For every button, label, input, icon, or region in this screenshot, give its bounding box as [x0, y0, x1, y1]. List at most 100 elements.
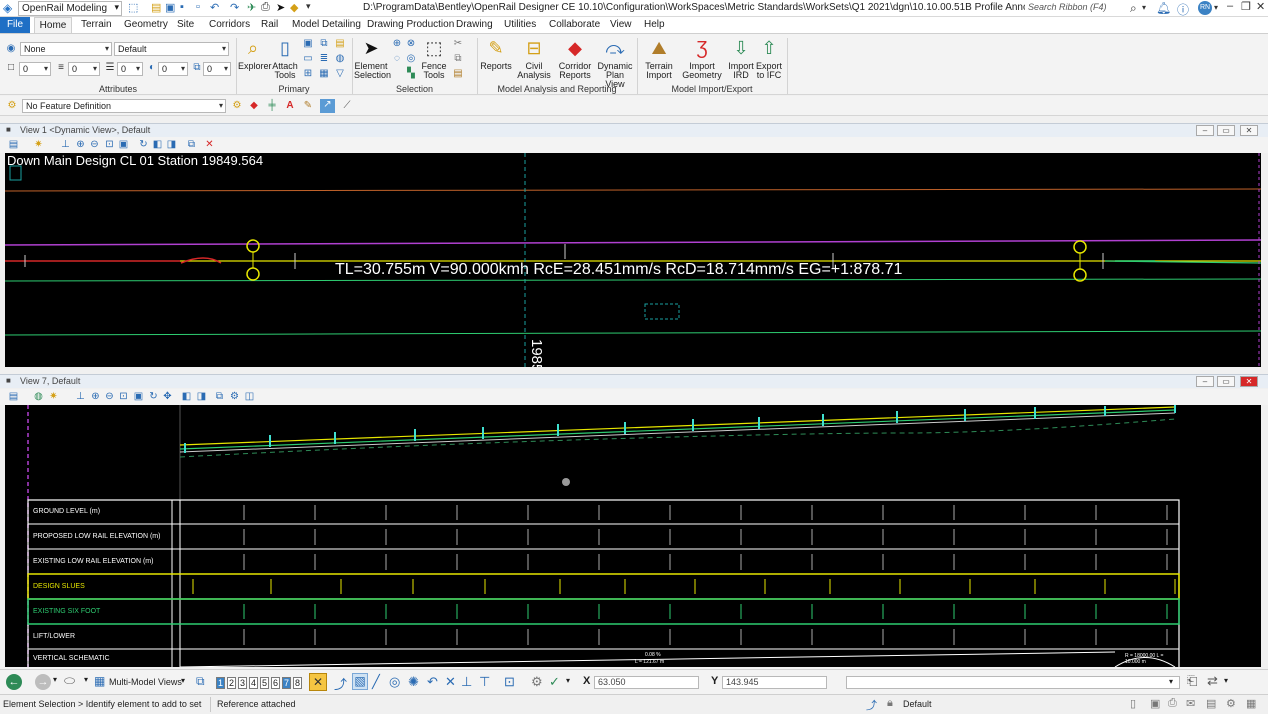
tab-terrain[interactable]: Terrain: [77, 17, 116, 33]
view-menu-icon[interactable]: ■: [6, 376, 11, 385]
cut-icon[interactable]: ✂: [452, 38, 464, 50]
view-number-4[interactable]: 4: [249, 677, 258, 689]
view-number-2[interactable]: 2: [227, 677, 236, 689]
terrain-import-button[interactable]: ⛰ Terrain Import: [640, 36, 678, 80]
corridor-reports-button[interactable]: ◆ Corridor Reports: [556, 36, 594, 80]
next-view-icon[interactable]: ◨: [166, 139, 177, 150]
active-draw-icon[interactable]: ↗: [320, 99, 335, 113]
view-group-dropdown-icon[interactable]: ▾: [84, 675, 88, 684]
active-weight-combo[interactable]: 0: [117, 62, 143, 76]
fence-tools-button[interactable]: ⬚ Fence Tools: [420, 36, 448, 80]
target-icon[interactable]: ⊡: [504, 674, 515, 690]
minimize-window-icon[interactable]: –: [1227, 0, 1233, 12]
references-icon[interactable]: ⧉: [318, 38, 330, 50]
close-dynamic-view-icon[interactable]: ✕: [204, 139, 215, 150]
paste-icon[interactable]: ▤: [452, 68, 464, 80]
layers-icon[interactable]: ◆: [290, 1, 298, 16]
y-coordinate-field[interactable]: 143.945: [722, 676, 827, 689]
level-manager-icon[interactable]: ≣: [318, 53, 330, 65]
clear-selection-icon[interactable]: ◎: [405, 53, 417, 65]
view-group-icon[interactable]: ⬭: [64, 673, 75, 689]
select-all-icon[interactable]: ⊕: [391, 38, 403, 50]
civil-analysis-button[interactable]: ⊟ Civil Analysis: [515, 36, 553, 80]
view-settings-icon[interactable]: ⚙: [229, 391, 240, 402]
view1-canvas[interactable]: Down Main Design CL 01 Station 19849.564…: [5, 153, 1261, 367]
window-area-icon[interactable]: ⊡: [104, 139, 115, 150]
workflow-selector[interactable]: OpenRail Modeling: [18, 1, 122, 16]
print-icon[interactable]: ⎙: [261, 1, 270, 16]
clip-volume-icon[interactable]: ◫: [244, 391, 255, 402]
text-style-combo[interactable]: Default: [114, 42, 229, 56]
next-view-icon[interactable]: ◨: [196, 391, 207, 402]
message-center-icon[interactable]: ✉: [1186, 697, 1195, 710]
accudraw-toggle-icon[interactable]: ✕: [309, 673, 327, 691]
print-status-icon[interactable]: ⎙: [1168, 697, 1177, 710]
copy-icon[interactable]: ⧉: [452, 53, 464, 65]
models-icon[interactable]: ▣: [302, 38, 314, 50]
properties-icon[interactable]: ⊞: [302, 68, 314, 80]
open-folder-icon[interactable]: ▤: [151, 1, 161, 16]
keyin-field[interactable]: [846, 676, 1180, 689]
data-browser-icon[interactable]: ▦: [318, 68, 330, 80]
pan-view-icon[interactable]: ✥: [162, 391, 173, 402]
place-line-string-icon[interactable]: ⤴: [334, 674, 347, 693]
tab-geometry[interactable]: Geometry: [120, 17, 172, 33]
invert-selection-icon[interactable]: ◌: [391, 53, 403, 65]
feature-toggle-icon[interactable]: ⚙: [6, 100, 18, 112]
gear-icon[interactable]: ⚙: [531, 674, 543, 690]
copy-view-icon[interactable]: ⧉: [186, 139, 197, 150]
perpendicular-icon[interactable]: ⊥: [461, 674, 472, 690]
previous-view-icon[interactable]: ◧: [181, 391, 192, 402]
element-selection-button[interactable]: ➤ Element Selection: [354, 36, 391, 80]
panels-icon[interactable]: ▦: [1246, 697, 1256, 710]
search-dropdown-icon[interactable]: ▾: [1142, 3, 1146, 12]
import-geometry-button[interactable]: Ʒ Import Geometry: [680, 36, 724, 80]
feature-settings-icon[interactable]: ⚙: [231, 100, 243, 112]
tab-utilities[interactable]: Utilities: [500, 17, 540, 33]
display-style-icon[interactable]: ◍: [33, 391, 44, 402]
user-avatar[interactable]: RN: [1198, 1, 1212, 15]
tab-file[interactable]: File: [0, 17, 30, 33]
update-view-icon[interactable]: ⊥: [75, 391, 86, 402]
dynamic-plan-view-button[interactable]: ⤼ Dynamic Plan View: [596, 36, 634, 89]
fit-view-icon[interactable]: ▣: [133, 391, 144, 402]
attach-tools-button[interactable]: ▯ Attach Tools: [270, 36, 300, 80]
view7-close-icon[interactable]: ✕: [1240, 376, 1258, 387]
search-icon[interactable]: ⌕: [1130, 1, 1137, 16]
view1-maximize-icon[interactable]: ▭: [1217, 125, 1235, 136]
reports-button[interactable]: ✎ Reports: [480, 36, 512, 71]
pointer-icon[interactable]: ➤: [276, 1, 285, 16]
save-icon[interactable]: ▣: [165, 1, 175, 16]
view-number-1[interactable]: 1: [216, 677, 225, 689]
view-attributes-icon[interactable]: ▤: [8, 391, 19, 402]
track-icon[interactable]: ╪: [266, 100, 278, 112]
reset-icon[interactable]: →: [35, 674, 51, 690]
text-icon[interactable]: A: [284, 100, 296, 112]
intersection-icon[interactable]: ✕: [445, 674, 456, 690]
zoom-in-icon[interactable]: ⊕: [90, 391, 101, 402]
popset-icon[interactable]: ⇄: [1207, 673, 1218, 689]
active-level-combo[interactable]: None: [20, 42, 112, 56]
raster-icon[interactable]: ▤: [334, 38, 346, 50]
save-settings-icon[interactable]: ▪: [180, 1, 184, 16]
view-number-7[interactable]: 7: [282, 677, 291, 689]
reset-dropdown-icon[interactable]: ▾: [53, 675, 57, 684]
view1-minimize-icon[interactable]: –: [1196, 125, 1214, 136]
import-ird-button[interactable]: ⇩ Import IRD: [727, 36, 755, 80]
selection-icon[interactable]: ⬚: [128, 1, 138, 16]
dgn-icon[interactable]: ▤: [1206, 697, 1216, 710]
restore-window-icon[interactable]: ❐: [1241, 0, 1251, 13]
display-style-icon[interactable]: ◍: [334, 53, 346, 65]
qat-more-icon[interactable]: ▾: [306, 1, 311, 16]
view7-maximize-icon[interactable]: ▭: [1217, 376, 1235, 387]
x-coordinate-field[interactable]: 63.050: [594, 676, 699, 689]
tab-home[interactable]: Home: [34, 17, 72, 33]
active-priority-combo[interactable]: 0: [203, 62, 231, 76]
close-window-icon[interactable]: ✕: [1256, 0, 1265, 13]
copy-view-icon[interactable]: ⧉: [214, 391, 225, 402]
tab-drawing-production[interactable]: Drawing Production: [363, 17, 458, 33]
fit-view-icon[interactable]: ▣: [118, 139, 129, 150]
ruler-icon[interactable]: ⟋: [341, 100, 353, 112]
help-icon[interactable]: ⓘ: [1177, 1, 1189, 18]
explorer-button[interactable]: ⌕ Explorer: [238, 36, 272, 71]
